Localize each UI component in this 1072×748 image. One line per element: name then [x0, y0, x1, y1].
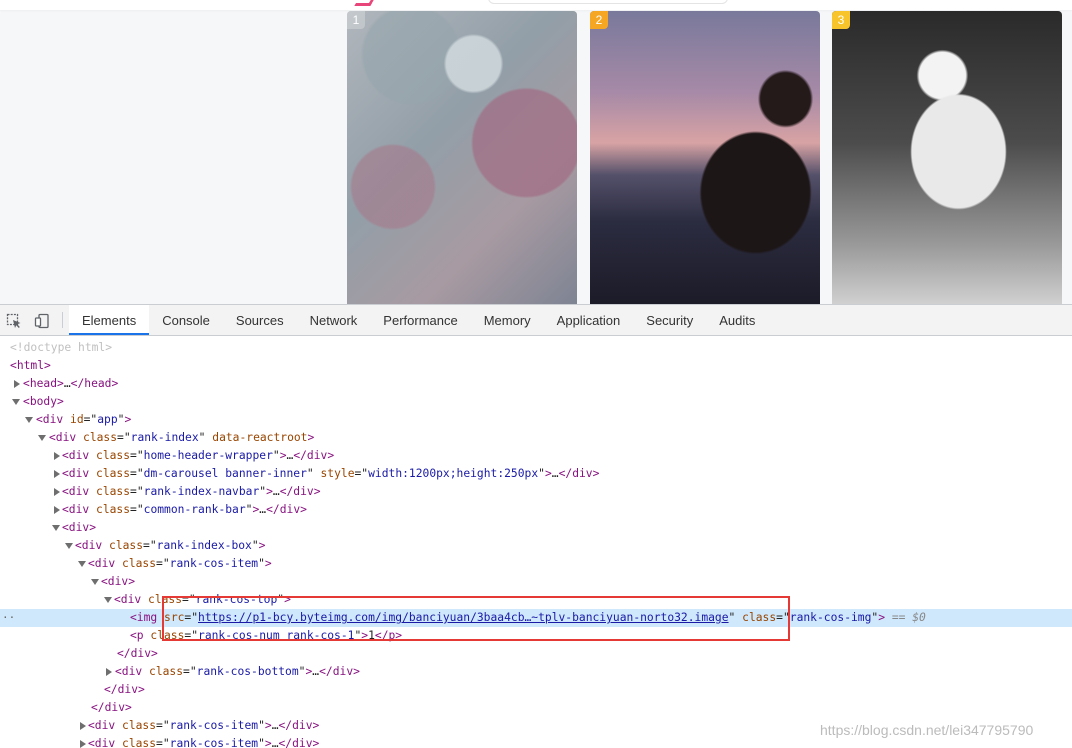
- tab-sources[interactable]: Sources: [223, 305, 297, 335]
- dom-node-p[interactable]: <p class="rank-cos-num rank-cos-1">1</p>: [0, 627, 1072, 645]
- tag-name: body: [29, 395, 58, 408]
- collapse-triangle-icon[interactable]: [65, 543, 73, 549]
- rank-badge: 2: [590, 11, 608, 29]
- attr-value: rank-cos-img: [789, 611, 872, 624]
- attr-value: rank-cos-num rank-cos-1: [198, 629, 355, 642]
- tab-audits[interactable]: Audits: [706, 305, 768, 335]
- expand-triangle-icon[interactable]: [80, 722, 86, 730]
- tab-memory[interactable]: Memory: [471, 305, 544, 335]
- dom-node-doctype[interactable]: <!doctype html>: [0, 339, 1072, 357]
- rank-badge: 1: [347, 11, 365, 29]
- attr-value: width:1200px;height:250px: [368, 467, 539, 480]
- expand-triangle-icon[interactable]: [14, 380, 20, 388]
- dom-node-app[interactable]: <div id="app">: [0, 411, 1072, 429]
- tag-name: html: [16, 359, 45, 372]
- img-src-link[interactable]: https://p1-bcy.byteimg.com/img/banciyuan…: [198, 611, 729, 624]
- toolbar-divider: [62, 312, 63, 328]
- expand-triangle-icon[interactable]: [54, 452, 60, 460]
- watermark-text: https://blog.csdn.net/lei347795790: [820, 722, 1034, 738]
- tab-elements[interactable]: Elements: [69, 305, 150, 335]
- web-page-viewport: 1 2 3: [0, 0, 1072, 304]
- device-toolbar-icon[interactable]: [28, 305, 56, 336]
- attr-value: rank-index-navbar: [143, 485, 260, 498]
- attr-value: rank-cos-top: [195, 593, 278, 606]
- expand-triangle-icon[interactable]: [80, 740, 86, 748]
- attr-value: rank-cos-item: [169, 557, 259, 570]
- attr-name: data-reactroot: [212, 431, 308, 444]
- attr-value: rank-cos-bottom: [196, 665, 299, 678]
- dom-node-div[interactable]: <div>: [0, 573, 1072, 591]
- tab-network[interactable]: Network: [297, 305, 371, 335]
- dom-node-common-rank-bar[interactable]: <div class="common-rank-bar">…</div>: [0, 501, 1072, 519]
- dom-node-rank-index-box[interactable]: <div class="rank-index-box">: [0, 537, 1072, 555]
- tab-console[interactable]: Console: [149, 305, 223, 335]
- collapsed-ellipsis: …: [272, 485, 280, 498]
- attr-value: dm-carousel banner-inner: [143, 467, 307, 480]
- dom-node-carousel[interactable]: <div class="dm-carousel banner-inner" st…: [0, 465, 1072, 483]
- attr-value: rank-cos-item: [169, 719, 259, 732]
- dom-node-home-header[interactable]: <div class="home-header-wrapper">…</div>: [0, 447, 1072, 465]
- collapsed-ellipsis: …: [551, 467, 559, 480]
- attr-value: common-rank-bar: [143, 503, 246, 516]
- attr-value: app: [97, 413, 118, 426]
- tag-name: head: [29, 377, 58, 390]
- expand-triangle-icon[interactable]: [54, 488, 60, 496]
- expand-triangle-icon[interactable]: [54, 506, 60, 514]
- tab-performance[interactable]: Performance: [370, 305, 470, 335]
- rank-cos-card-2[interactable]: 2: [590, 11, 820, 304]
- devtools-panel: Elements Console Sources Network Perform…: [0, 304, 1072, 748]
- attr-value: rank-cos-item: [169, 737, 259, 748]
- inspect-element-icon[interactable]: [0, 305, 28, 336]
- dom-node-rank-cos-top[interactable]: <div class="rank-cos-top">: [0, 591, 1072, 609]
- collapse-triangle-icon[interactable]: [38, 435, 46, 441]
- more-options-icon[interactable]: ··: [2, 609, 15, 627]
- attr-value: rank-index-box: [156, 539, 252, 552]
- dom-node-div[interactable]: <div>: [0, 519, 1072, 537]
- search-box-edge[interactable]: [488, 0, 728, 4]
- collapsed-ellipsis: …: [63, 377, 71, 390]
- collapse-triangle-icon[interactable]: [78, 561, 86, 567]
- rank-badge: 3: [832, 11, 850, 29]
- dom-node-close-div[interactable]: </div>: [0, 645, 1072, 663]
- tag-name: head: [84, 377, 112, 390]
- dom-node-close-div[interactable]: </div>: [0, 699, 1072, 717]
- dom-node-head[interactable]: <head>…</head>: [0, 375, 1072, 393]
- dom-node-html[interactable]: <html>: [0, 357, 1072, 375]
- rank-cos-card-3[interactable]: 3: [832, 11, 1062, 304]
- expand-triangle-icon[interactable]: [106, 668, 112, 676]
- collapsed-ellipsis: …: [271, 737, 279, 748]
- doctype-text: <!doctype html>: [10, 341, 113, 354]
- tab-security[interactable]: Security: [633, 305, 706, 335]
- collapse-triangle-icon[interactable]: [12, 399, 20, 405]
- expand-triangle-icon[interactable]: [54, 470, 60, 478]
- page-header-strip: [0, 0, 1072, 10]
- inspect-highlight-overlay: [347, 11, 577, 304]
- collapse-triangle-icon[interactable]: [25, 417, 33, 423]
- dom-node-navbar[interactable]: <div class="rank-index-navbar">…</div>: [0, 483, 1072, 501]
- dom-node-rank-cos-item[interactable]: <div class="rank-cos-item">: [0, 555, 1072, 573]
- screen: 1 2 3 Elements Console Sources Network P…: [0, 0, 1072, 748]
- dom-node-rank-index[interactable]: <div class="rank-index" data-reactroot>: [0, 429, 1072, 447]
- collapse-triangle-icon[interactable]: [52, 525, 60, 531]
- devtools-toolbar: Elements Console Sources Network Perform…: [0, 305, 1072, 336]
- dom-tree: <!doctype html> <html> <head>…</head> <b…: [0, 336, 1072, 748]
- dom-node-rank-cos-bottom[interactable]: <div class="rank-cos-bottom">…</div>: [0, 663, 1072, 681]
- attr-value: rank-index: [130, 431, 199, 444]
- tab-application[interactable]: Application: [544, 305, 634, 335]
- collapse-triangle-icon[interactable]: [91, 579, 99, 585]
- dom-node-close-div[interactable]: </div>: [0, 681, 1072, 699]
- attr-value: home-header-wrapper: [143, 449, 273, 462]
- dom-node-img-selected[interactable]: ·· <img src="https://p1-bcy.byteimg.com/…: [0, 609, 1072, 627]
- collapsed-ellipsis: …: [271, 719, 279, 732]
- dom-node-body[interactable]: <body>: [0, 393, 1072, 411]
- collapse-triangle-icon[interactable]: [104, 597, 112, 603]
- selected-node-marker: == $0: [891, 611, 926, 624]
- node-text: 1: [368, 629, 375, 642]
- rank-cos-card-1[interactable]: 1: [347, 11, 577, 304]
